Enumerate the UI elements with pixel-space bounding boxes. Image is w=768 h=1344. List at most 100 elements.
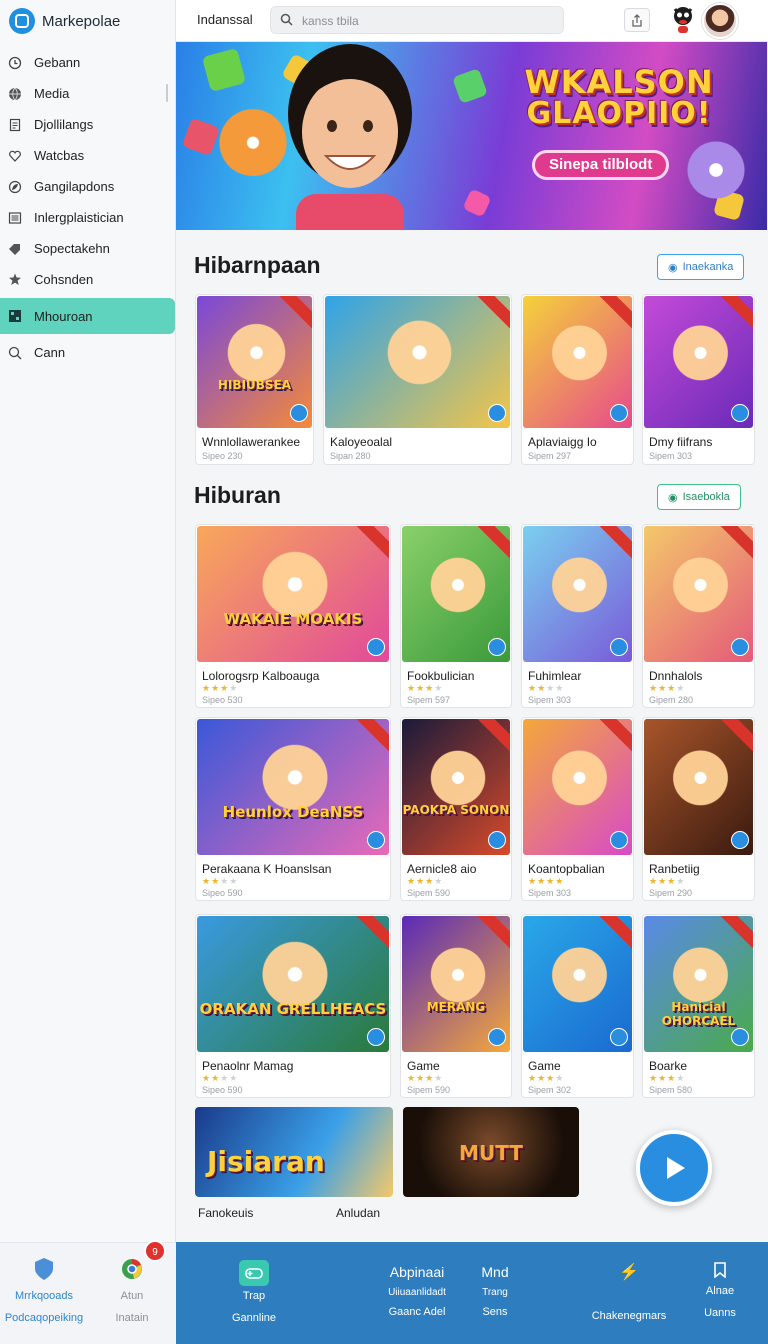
- card-thumb-text: Hanicial OHORCAEL: [661, 1000, 736, 1029]
- game-card[interactable]: Fuhimlear ★★★★ Sipem 303: [521, 524, 634, 708]
- star-icon: ★: [555, 683, 565, 693]
- game-card[interactable]: Game ★★★★ Sipem 302: [521, 914, 634, 1098]
- card-title: Boarke: [649, 1059, 688, 1073]
- card-thumbnail: [402, 526, 510, 662]
- card-character: [548, 946, 611, 1010]
- card-character: [669, 324, 732, 388]
- featured-card-1[interactable]: Jisiaran: [195, 1107, 393, 1197]
- new-ribbon: [354, 526, 389, 561]
- card-character: [669, 749, 732, 813]
- star-icon: ★: [202, 683, 212, 693]
- star-icon: ★: [676, 1073, 686, 1083]
- game-card[interactable]: Dmy fiifrans Sipem 303: [642, 294, 755, 465]
- new-ribbon: [597, 719, 632, 754]
- game-card[interactable]: Hanicial OHORCAEL Boarke ★★★★ Sipem 580: [642, 914, 755, 1098]
- sidebar-item-media[interactable]: Media: [0, 78, 175, 109]
- card-subtitle: Sipem 580: [649, 1085, 693, 1095]
- sidebar-item-djollilangs[interactable]: Djollilangs: [0, 109, 175, 140]
- sidebar-item-label: Watcbas: [34, 148, 85, 163]
- game-card[interactable]: Fookbulician ★★★★ Sipem 597: [400, 524, 512, 708]
- game-card[interactable]: Koantopbalian ★★★★ Sipem 303: [521, 717, 634, 901]
- game-card[interactable]: Kaloyeoalal Sipan 280: [323, 294, 512, 465]
- rating-stars: ★★★★: [407, 876, 443, 887]
- bottom-left-item-2[interactable]: Atun Inatain: [88, 1257, 176, 1324]
- card-thumb-text: Heunlox DeaNSS: [222, 803, 364, 822]
- sidebar-item-inlergplaistician[interactable]: Inlergplaistician: [0, 202, 175, 233]
- brand[interactable]: Markepolae: [0, 0, 175, 42]
- game-card[interactable]: WAKAIE MOAKIS Lolorogsrp Kalboauga ★★★★ Sip…: [195, 524, 391, 708]
- card-subtitle: Sipem 297: [528, 451, 572, 461]
- rating-stars: ★★★★: [407, 683, 443, 694]
- new-ribbon: [718, 719, 753, 754]
- list-icon: [8, 211, 22, 225]
- card-thumbnail: Heunlox DeaNSS: [197, 719, 389, 855]
- card-thumb-text: ORAKAN GRELLHEACS: [199, 1000, 387, 1019]
- platform-icon: [731, 831, 749, 849]
- star-icon: ★: [220, 683, 230, 693]
- eye-icon: ◉: [668, 491, 678, 504]
- game-card[interactable]: PAOKPA SONON Aernicle8 aio ★★★★ Sipem 590: [400, 717, 512, 901]
- card-thumbnail: [644, 719, 753, 855]
- game-card[interactable]: Ranbetiig ★★★★ Sipem 290: [642, 717, 755, 901]
- featured-card-2[interactable]: MUTT: [403, 1107, 579, 1197]
- star-icon: ★: [528, 1073, 538, 1083]
- sidebar-item-gangilapdons[interactable]: Gangilapdons: [0, 171, 175, 202]
- bottom-item-sub2: Gaanc Adel: [388, 1306, 446, 1318]
- hero-cta-button[interactable]: Sinepa tilblodt: [532, 150, 670, 180]
- game-card[interactable]: Dnnhalols ★★★★ Gipem 280: [642, 524, 755, 708]
- grid-icon: [8, 309, 22, 323]
- sidebar-scrollbar[interactable]: [166, 84, 168, 102]
- featured-thumb-text: Jisiaran: [207, 1145, 325, 1178]
- heart-icon: [8, 149, 22, 163]
- star-icon: ★: [202, 1073, 212, 1083]
- notification-badge[interactable]: 9: [144, 1240, 166, 1262]
- card-thumb-text: WAKAIE MOAKIS: [223, 610, 363, 629]
- bottom-item-trap[interactable]: Trap Gannline: [218, 1260, 290, 1324]
- see-all-button-1[interactable]: ◉ Inaekanka: [657, 254, 745, 280]
- sidebar-item-gebann[interactable]: Gebann: [0, 47, 175, 78]
- game-card[interactable]: Heunlox DeaNSS Perakaana K Hoanslsan ★★★★ S…: [195, 717, 391, 901]
- sidebar-item-label: Mhouroan: [34, 308, 93, 324]
- game-card[interactable]: MERANG Game ★★★★ Sipem 590: [400, 914, 512, 1098]
- bottom-bar: Trap Gannline Abpinaai Uiiuaanlidadt Gaa…: [176, 1242, 768, 1344]
- sidebar-item-cann[interactable]: Cann: [0, 337, 175, 368]
- page-title: Indanssal: [197, 12, 253, 27]
- bottom-item-alnae[interactable]: Alnae Uanns: [696, 1262, 744, 1319]
- card-character: [548, 556, 611, 620]
- star-icon: ★: [537, 1073, 547, 1083]
- app: Markepolae Gebann Media Djollilangs Watcbas…: [0, 0, 768, 1344]
- star-icon: ★: [407, 876, 417, 886]
- avatar[interactable]: [702, 3, 738, 39]
- card-subtitle: Sipeo 230: [202, 451, 243, 461]
- bottom-item-abpinaai[interactable]: Abpinaai Uiiuaanlidadt Gaanc Adel: [376, 1264, 458, 1318]
- bottom-item-chakenegmars[interactable]: ⚡ Chakenegmars: [586, 1262, 672, 1322]
- share-button[interactable]: [624, 8, 650, 32]
- see-all-button-2[interactable]: ◉ Isaebokla: [657, 484, 741, 510]
- game-card[interactable]: Aplaviaigg Io Sipem 297: [521, 294, 634, 465]
- platform-icon: [610, 638, 628, 656]
- sidebar-item-cohsnden[interactable]: Cohsnden: [0, 264, 175, 295]
- star-icon: ★: [676, 876, 686, 886]
- play-button[interactable]: [636, 1130, 712, 1206]
- bottom-left-item-1[interactable]: Mrrkqooads Podcaqopeiking: [0, 1257, 88, 1324]
- hero-banner[interactable]: WKALSON GLAOPIIO! Sinepa tilblodt: [176, 42, 767, 230]
- bottom-item-mnd[interactable]: Mnd Trang Sens: [472, 1264, 518, 1318]
- card-subtitle: Sipem 302: [528, 1085, 572, 1095]
- sidebar-item-label: Gangilapdons: [34, 179, 115, 194]
- card-subtitle: Sipem 303: [528, 695, 572, 705]
- star-icon: ★: [202, 876, 212, 886]
- sidebar-item-mhouroan[interactable]: Mhouroan: [0, 298, 175, 334]
- game-card[interactable]: HIBIUBSEA Wnnlollawerankee Sipeo 230: [195, 294, 314, 465]
- sidebar-item-watcbas[interactable]: Watcbas: [0, 140, 175, 171]
- bottom-left-label: Mrrkqooads: [14, 1290, 74, 1302]
- game-card[interactable]: ORAKAN GRELLHEACS Penaolnr Mamag ★★★★ Sipeo…: [195, 914, 391, 1098]
- eye-icon: ◉: [668, 261, 678, 274]
- platform-icon: [731, 1028, 749, 1046]
- card-character: [383, 319, 456, 393]
- card-thumbnail: [523, 526, 632, 662]
- star-icon: ★: [528, 876, 538, 886]
- new-ribbon: [718, 526, 753, 561]
- sidebar-item-sopectakehn[interactable]: Sopectakehn: [0, 233, 175, 264]
- mascot-icon[interactable]: [670, 4, 696, 34]
- search-input[interactable]: kanss tbila: [270, 6, 564, 34]
